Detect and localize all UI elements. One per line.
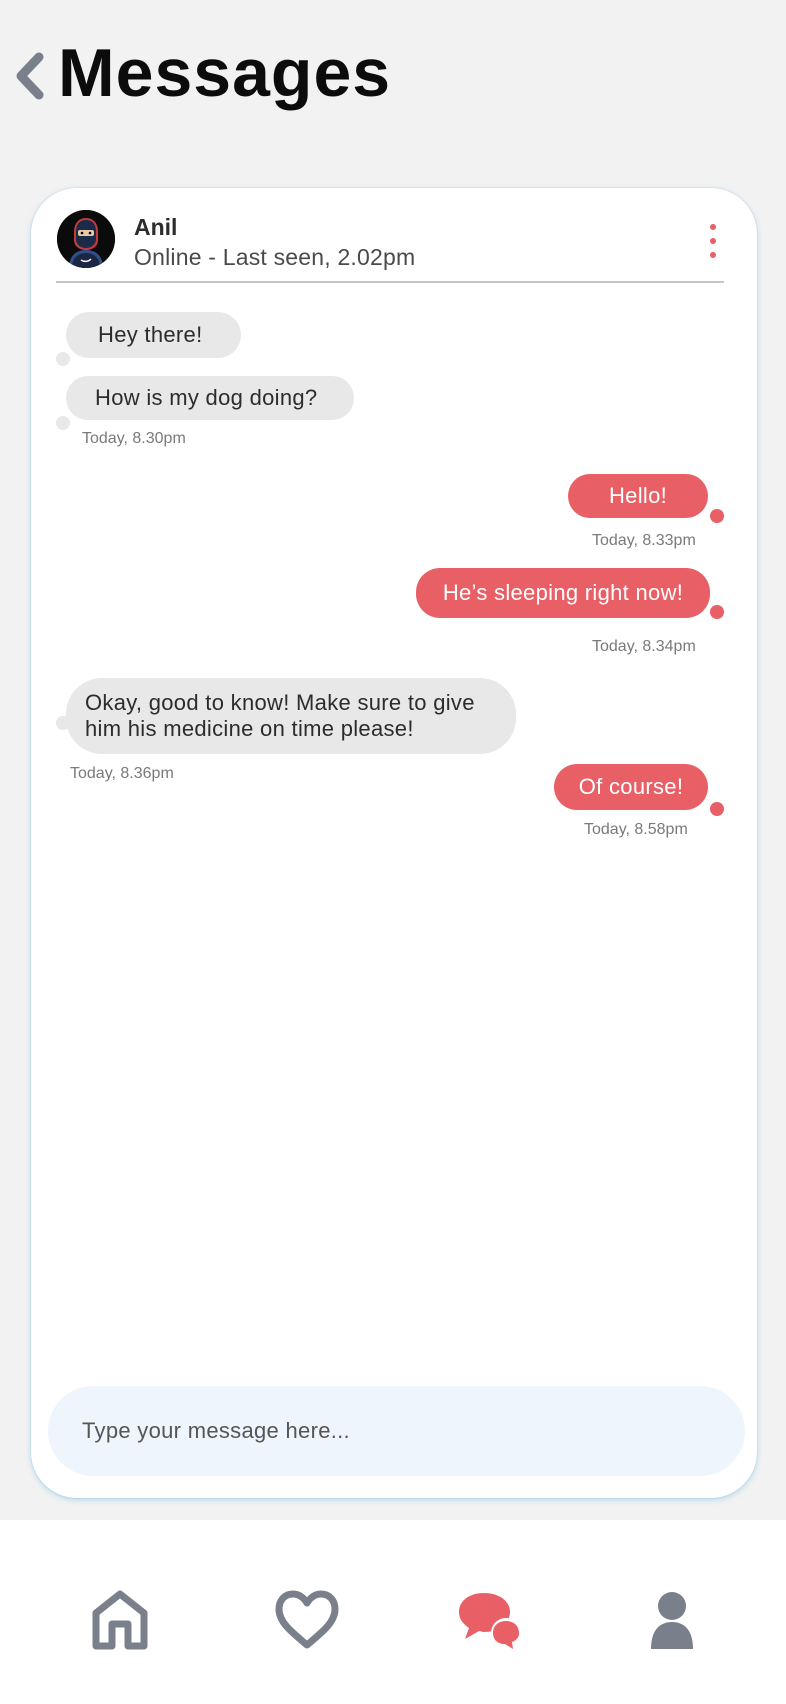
home-icon (92, 1590, 148, 1650)
avatar[interactable] (57, 210, 115, 268)
heart-icon (275, 1590, 339, 1649)
message-text: Hey there! (98, 322, 203, 347)
nav-home[interactable] (80, 1580, 160, 1660)
chevron-left-icon (16, 52, 44, 100)
chat-card: Anil Online - Last seen, 2.02pm Hey ther… (31, 188, 757, 1498)
incoming-message-bubble[interactable]: How is my dog doing? (66, 376, 354, 420)
outgoing-message-bubble[interactable]: Of course! (554, 764, 708, 810)
message-timestamp: Today, 8.33pm (592, 532, 696, 549)
header: Messages (0, 0, 786, 180)
ninja-avatar-icon (57, 210, 115, 268)
nav-profile[interactable] (632, 1580, 712, 1660)
message-text: How is my dog doing? (95, 385, 318, 410)
contact-name: Anil (134, 214, 178, 240)
bubble-tail (56, 716, 70, 730)
outgoing-message-bubble[interactable]: Hello! (568, 474, 708, 518)
nav-messages[interactable] (450, 1580, 530, 1660)
message-text: Of course! (578, 774, 684, 799)
back-button[interactable] (10, 48, 50, 104)
outgoing-message-bubble[interactable]: He’s sleeping right now! (416, 568, 710, 618)
more-dot-icon (710, 252, 716, 258)
message-timestamp: Today, 8.36pm (70, 765, 174, 782)
header-divider (56, 281, 724, 283)
bubble-tail (56, 416, 70, 430)
more-dot-icon (710, 224, 716, 230)
bubble-tail (710, 802, 724, 816)
message-composer (48, 1386, 745, 1476)
nav-favorites[interactable] (267, 1580, 347, 1660)
message-timestamp: Today, 8.34pm (592, 638, 696, 655)
user-icon (651, 1592, 693, 1649)
bubble-tail (56, 352, 70, 366)
message-text-line: Okay, good to know! Make sure to give (85, 690, 475, 715)
bubble-tail (710, 509, 724, 523)
contact-status: Online - Last seen, 2.02pm (134, 244, 416, 270)
message-input[interactable] (82, 1418, 702, 1444)
more-options-button[interactable] (703, 224, 723, 258)
more-dot-icon (710, 238, 716, 244)
bottom-nav (0, 1520, 786, 1704)
message-text: He’s sleeping right now! (442, 580, 684, 605)
bubble-tail (710, 605, 724, 619)
incoming-message-bubble[interactable]: Okay, good to know! Make sure to give hi… (66, 678, 516, 754)
incoming-message-bubble[interactable]: Hey there! (66, 312, 241, 358)
message-text: Hello! (608, 483, 668, 508)
message-timestamp: Today, 8.30pm (82, 430, 186, 447)
page-title: Messages (58, 35, 392, 111)
message-timestamp: Today, 8.58pm (584, 821, 688, 838)
chat-icon (459, 1593, 521, 1649)
message-text-line: him his medicine on time please! (85, 716, 414, 741)
